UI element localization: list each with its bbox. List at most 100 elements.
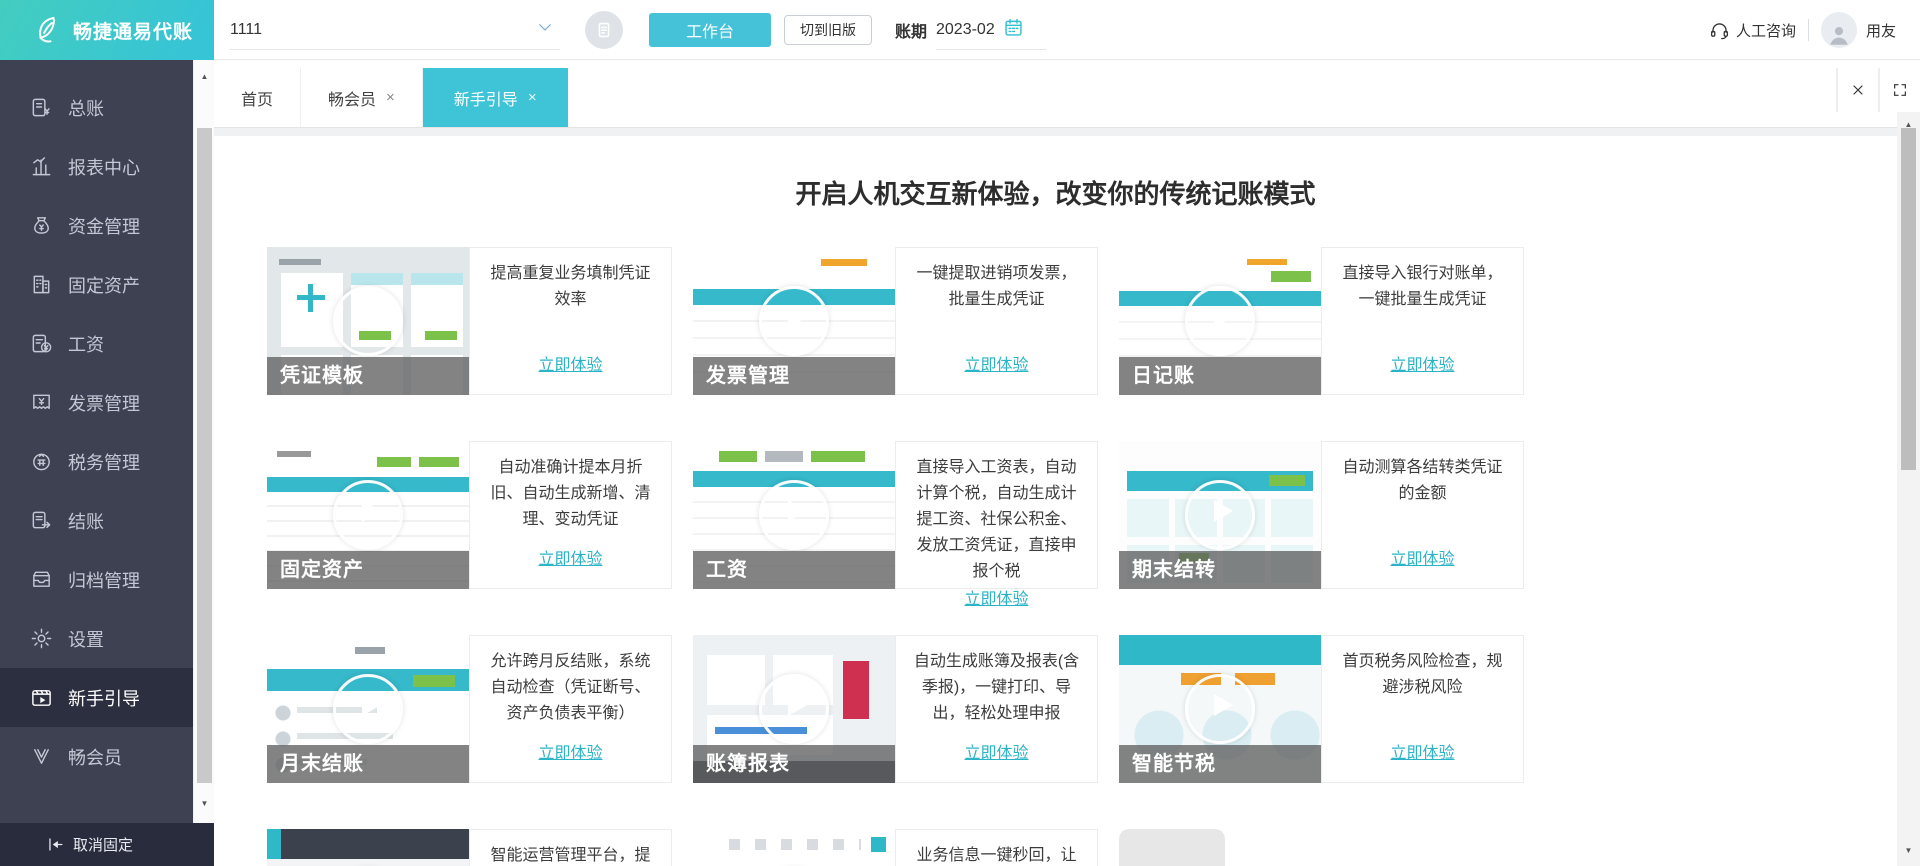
sidebar-item[interactable]: 归档管理 [0, 550, 193, 609]
workbench-button[interactable]: 工作台 [649, 13, 771, 47]
sidebar-item[interactable]: 新手引导 [0, 668, 193, 727]
period-picker[interactable]: 2023-02 [936, 10, 1046, 50]
period-label: 账期 [895, 24, 928, 41]
video-thumbnail[interactable]: 工资 [693, 441, 895, 589]
sidebar-item[interactable]: 设置 [0, 609, 193, 668]
sidebar-item[interactable]: 工资 [0, 314, 193, 373]
card-description-panel: 首页税务风险检查，规避涉税风险 立即体验 [1321, 635, 1524, 783]
headset-icon [1710, 22, 1728, 39]
sidebar-item[interactable]: 报表中心 [0, 137, 193, 196]
video-guide-icon [30, 686, 53, 709]
play-icon[interactable] [1185, 480, 1255, 550]
card-description-panel: 自动生成账簿及报表(含季报)，一键打印、导出，轻松处理申报 立即体验 [895, 635, 1098, 783]
period-value: 2023-02 [936, 20, 995, 38]
archive-icon [30, 568, 53, 591]
experience-now-link[interactable]: 立即体验 [1390, 739, 1454, 763]
video-thumbnail[interactable]: 账簿报表 [693, 635, 895, 783]
card-description-panel: 直接导入银行对账单，一键批量生成凭证 立即体验 [1321, 247, 1524, 395]
guide-card[interactable]: 凭证模板 提高重复业务填制凭证效率 立即体验 [267, 247, 672, 395]
guide-card[interactable]: 智能运营管理平台，提升 [267, 829, 672, 866]
guide-card[interactable]: 账簿报表 自动生成账簿及报表(含季报)，一键打印、导出，轻松处理申报 立即体验 [693, 635, 1098, 783]
card-description: 直接导入工资表，自动计算个税，自动生成计提工资、社保公积金、发放工资凭证，直接申… [916, 459, 1077, 580]
sidebar-item[interactable]: 固定资产 [0, 255, 193, 314]
tab-actions [1836, 68, 1920, 112]
scroll-down-icon[interactable]: ▼ [1897, 842, 1920, 860]
experience-now-link[interactable]: 立即体验 [538, 545, 602, 569]
play-icon[interactable] [759, 480, 829, 550]
scroll-up-icon[interactable]: ▲ [194, 68, 215, 86]
sidebar-item[interactable]: 发票管理 [0, 373, 193, 432]
close-all-tabs-button[interactable] [1836, 68, 1878, 112]
play-icon[interactable] [333, 286, 403, 356]
video-thumbnail[interactable]: 固定资产 [267, 441, 469, 589]
user-menu[interactable]: 用友 [1820, 12, 1896, 48]
video-title: 固定资产 [267, 551, 469, 589]
tab-close-icon[interactable]: × [386, 89, 395, 106]
guide-card[interactable]: 业务信息一键秒回，让客 [693, 829, 1098, 866]
chevron-down-icon [536, 18, 554, 41]
guide-card[interactable]: 智能节税 首页税务风险检查，规避涉税风险 立即体验 [1119, 635, 1524, 783]
play-icon[interactable] [759, 286, 829, 356]
video-thumbnail[interactable]: 凭证模板 [267, 247, 469, 395]
experience-now-link[interactable]: 立即体验 [964, 351, 1028, 375]
sidebar-scrollbar[interactable]: ▲ ▼ [193, 60, 214, 823]
guide-card[interactable]: 月末结账 允许跨月反结账，系统自动检查（凭证断号、资产负债表平衡） 立即体验 [267, 635, 672, 783]
account-select-value: 1111 [230, 20, 263, 38]
sidebar-item[interactable]: 税务管理 [0, 432, 193, 491]
sidebar-item[interactable]: 结账 [0, 491, 193, 550]
account-select[interactable]: 1111 [230, 10, 560, 50]
card-description: 业务信息一键秒回，让客 [916, 847, 1077, 864]
video-title: 智能节税 [1119, 745, 1321, 783]
guide-card[interactable]: 日记账 直接导入银行对账单，一键批量生成凭证 立即体验 [1119, 247, 1524, 395]
guide-card[interactable] [1119, 829, 1524, 866]
page-scrollbar[interactable]: ▲ ▼ [1897, 112, 1920, 866]
video-thumbnail[interactable]: 月末结账 [267, 635, 469, 783]
sidebar-item[interactable]: 畅会员 [0, 727, 193, 786]
gear-icon [30, 627, 53, 650]
member-v-icon [30, 745, 53, 768]
tab[interactable]: 新手引导 × [422, 68, 568, 127]
experience-now-link[interactable]: 立即体验 [964, 585, 1028, 609]
tab[interactable]: 首页 [214, 68, 302, 127]
scroll-down-icon[interactable]: ▼ [194, 795, 215, 813]
app-window: 畅捷通易代账 1111 工作台 切到旧版 账期 2023-02 人工咨询 用友 … [0, 0, 1920, 866]
video-thumbnail[interactable]: 发票管理 [693, 247, 895, 395]
experience-now-link[interactable]: 立即体验 [538, 351, 602, 375]
video-thumbnail[interactable]: 智能节税 [1119, 635, 1321, 783]
guide-card[interactable]: 工资 直接导入工资表，自动计算个税，自动生成计提工资、社保公积金、发放工资凭证，… [693, 441, 1098, 608]
video-thumbnail[interactable] [693, 829, 895, 866]
experience-now-link[interactable]: 立即体验 [538, 739, 602, 763]
experience-now-link[interactable]: 立即体验 [1390, 351, 1454, 375]
video-thumbnail[interactable] [1119, 829, 1225, 866]
play-icon[interactable] [333, 480, 403, 550]
video-title: 期末结转 [1119, 551, 1321, 589]
card-description: 自动准确计提本月折旧、自动生成新增、清理、变动凭证 [490, 459, 651, 528]
card-description-panel: 智能运营管理平台，提升 [469, 829, 672, 866]
tab-bar: 首页 畅会员 × 新手引导 × [214, 60, 1920, 128]
tab[interactable]: 畅会员 × [301, 68, 423, 127]
guide-card[interactable]: 发票管理 一键提取进销项发票，批量生成凭证 立即体验 [693, 247, 1098, 395]
experience-now-link[interactable]: 立即体验 [964, 739, 1028, 763]
sidebar-scroll-thumb[interactable] [197, 128, 212, 783]
play-icon[interactable] [333, 674, 403, 744]
sidebar-item[interactable]: 资金管理 [0, 196, 193, 255]
video-thumbnail[interactable] [267, 829, 469, 866]
unpin-sidebar-button[interactable]: 取消固定 [0, 823, 214, 866]
play-icon[interactable] [1185, 674, 1255, 744]
page-scroll-thumb[interactable] [1901, 128, 1916, 470]
guide-card[interactable]: 固定资产 自动准确计提本月折旧、自动生成新增、清理、变动凭证 立即体验 [267, 441, 672, 589]
clipboard-badge-icon[interactable] [585, 11, 623, 49]
fullscreen-button[interactable] [1878, 68, 1920, 112]
play-icon[interactable] [759, 674, 829, 744]
experience-now-link[interactable]: 立即体验 [1390, 545, 1454, 569]
video-thumbnail[interactable]: 日记账 [1119, 247, 1321, 395]
play-icon[interactable] [1185, 286, 1255, 356]
sidebar-item[interactable]: 总账 [0, 78, 193, 137]
support-button[interactable]: 人工咨询 [1709, 20, 1796, 41]
person-icon [1830, 26, 1848, 45]
tab-close-icon[interactable]: × [528, 89, 537, 106]
switch-old-version-button[interactable]: 切到旧版 [784, 15, 872, 45]
guide-card[interactable]: 期末结转 自动测算各结转类凭证的金额 立即体验 [1119, 441, 1524, 589]
video-thumbnail[interactable]: 期末结转 [1119, 441, 1321, 589]
content-gap [214, 128, 1920, 136]
